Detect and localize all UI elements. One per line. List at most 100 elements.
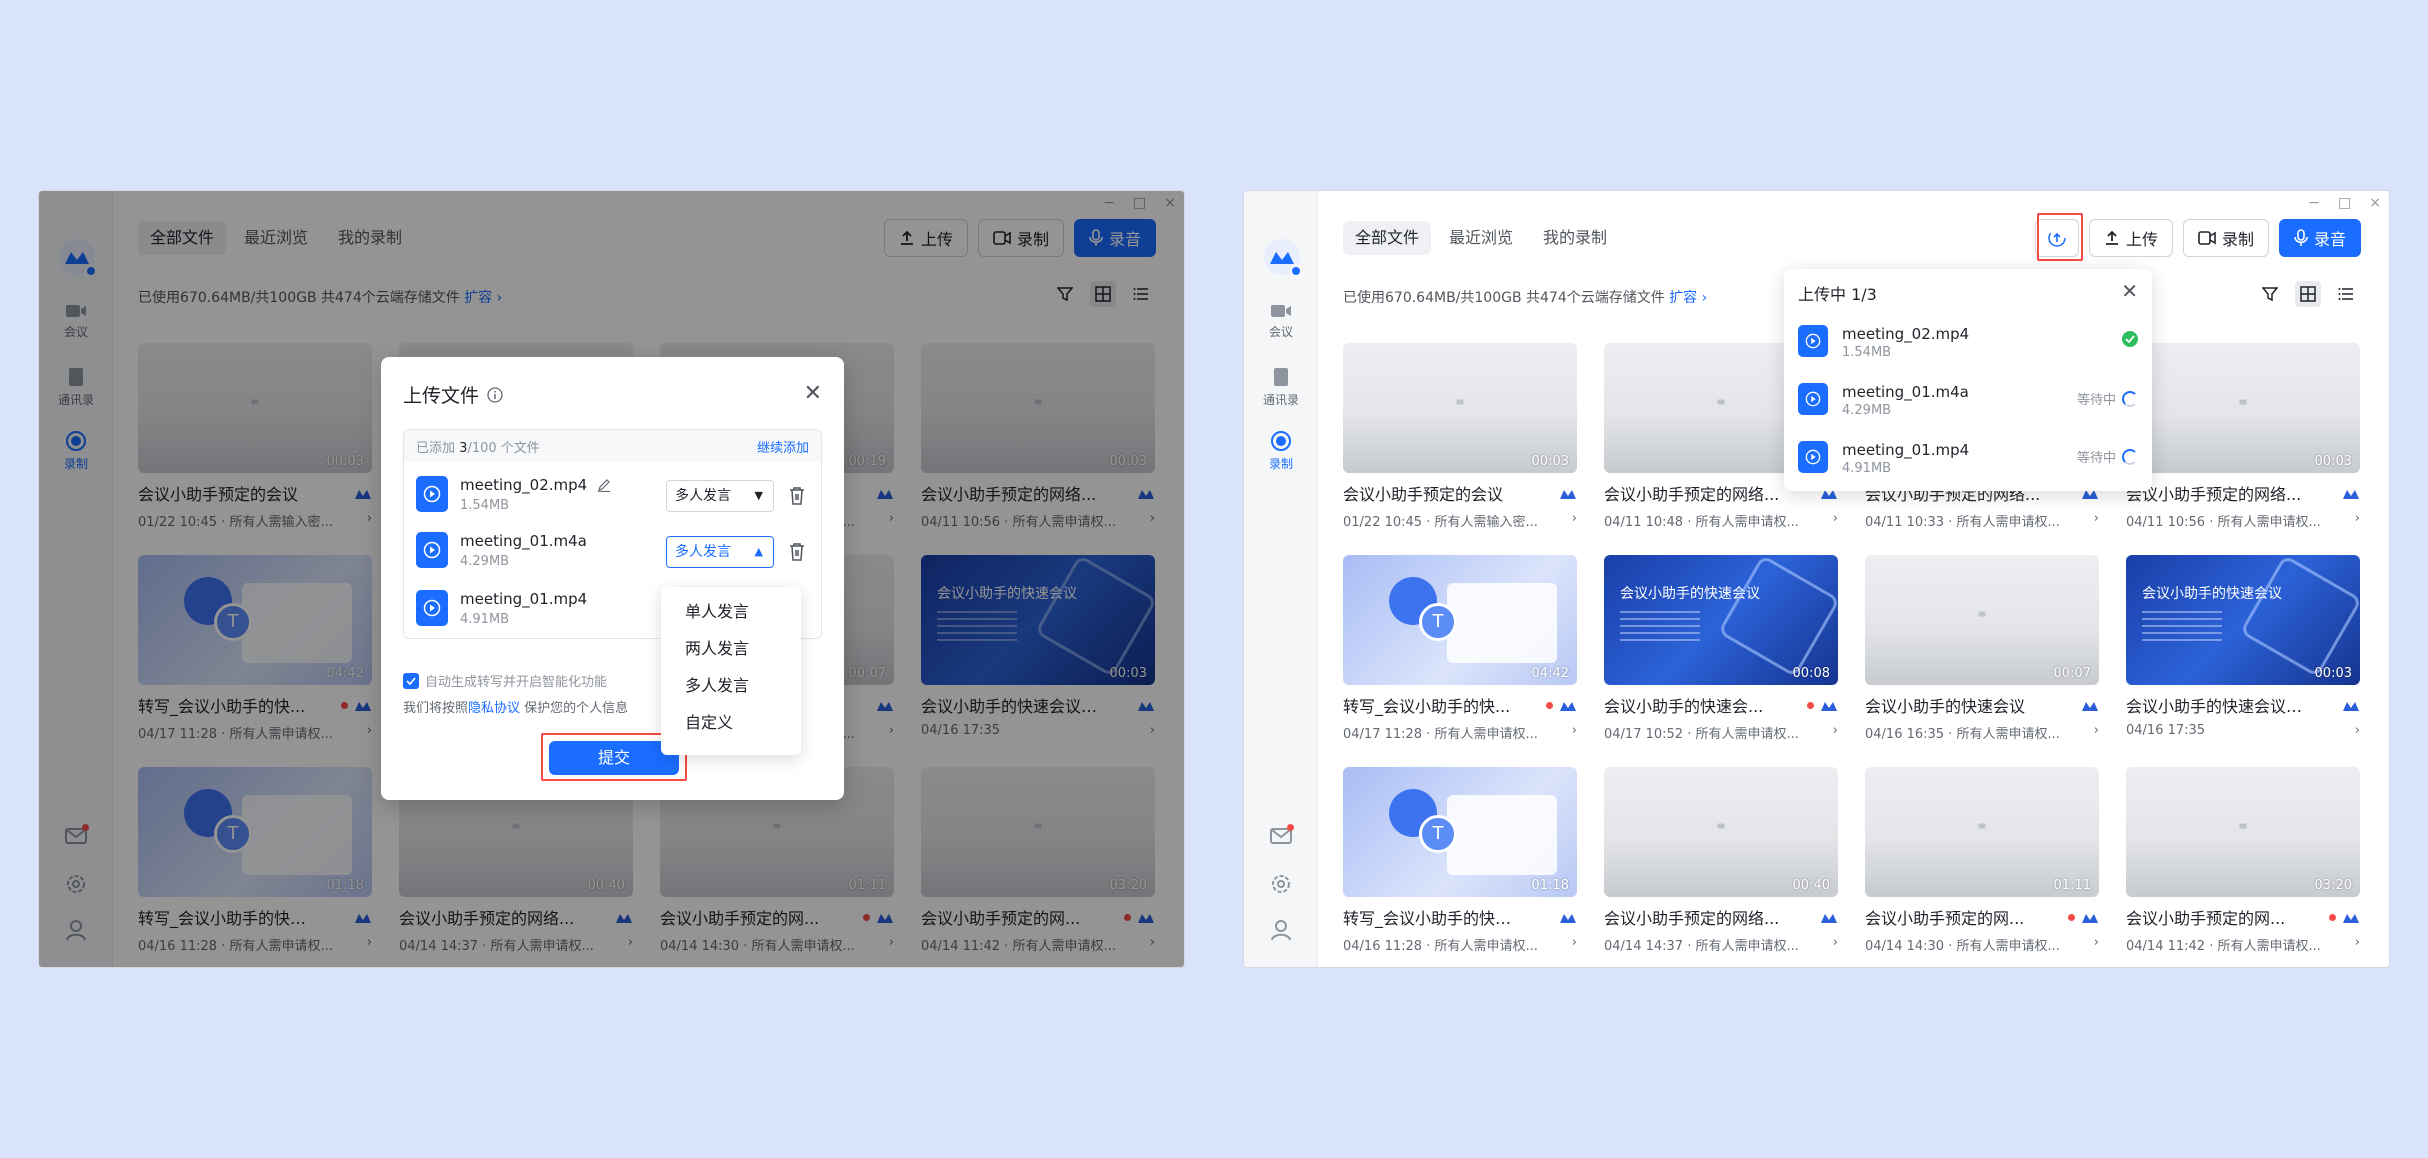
edit-pencil-icon[interactable] bbox=[597, 478, 611, 492]
chevron-right-icon[interactable]: › bbox=[1572, 511, 1577, 530]
checkbox-checked-icon bbox=[403, 672, 419, 689]
file-card[interactable]: T 04:42 转写_会议小助手的快... 04/17 11:28 · 所有人需申请权… bbox=[1343, 555, 1577, 767]
toolbar: 上传 录制 录音 bbox=[2034, 219, 2361, 257]
duration-label: 00:40 bbox=[1792, 878, 1830, 893]
sidebar: 会议 通讯录 录制 bbox=[1244, 191, 1318, 967]
upload-popup-close-icon[interactable]: ✕ bbox=[2121, 279, 2138, 303]
minimize-button[interactable]: − bbox=[2308, 195, 2320, 211]
dialog-title: 上传文件 bbox=[403, 385, 480, 407]
success-check-icon bbox=[2122, 331, 2138, 347]
owner-avatar-icon bbox=[1560, 914, 1576, 923]
upload-item: meeting_01.m4a 4.29MB 等待中 bbox=[1798, 373, 2138, 429]
card-meta: 04/14 14:30 · 所有人需申请权... bbox=[1865, 939, 2060, 954]
file-name: meeting_02.mp4 bbox=[1842, 325, 1970, 343]
chevron-right-icon[interactable]: › bbox=[1833, 935, 1838, 954]
speaker-mode-select-open[interactable]: 多人发言 ▲ bbox=[666, 536, 774, 568]
mail-icon[interactable] bbox=[1270, 824, 1294, 849]
upload-button[interactable]: 上传 bbox=[2088, 219, 2173, 257]
video-thumbnail[interactable]: 00:07 bbox=[1865, 555, 2099, 685]
record-audio-button[interactable]: 录音 bbox=[2278, 219, 2361, 257]
continue-add-link[interactable]: 继续添加 bbox=[757, 437, 809, 456]
video-thumbnail[interactable]: T 01:18 bbox=[1343, 767, 1577, 897]
upload-progress-highlight-box bbox=[2037, 213, 2083, 261]
privacy-note: 我们将按照隐私协议 保护您的个人信息 bbox=[403, 701, 629, 716]
grid-view-icon[interactable] bbox=[2295, 281, 2321, 307]
duration-label: 00:03 bbox=[2314, 454, 2352, 469]
video-thumbnail[interactable]: 00:40 bbox=[1604, 767, 1838, 897]
nav-record[interactable]: 录制 bbox=[1244, 431, 1318, 472]
chevron-right-icon[interactable]: › bbox=[2355, 935, 2360, 954]
close-window-button[interactable]: × bbox=[2369, 195, 2381, 211]
nav-contacts[interactable]: 通讯录 bbox=[1244, 367, 1318, 408]
card-title: 会议小助手预定的网络... bbox=[1604, 909, 1780, 928]
file-card[interactable]: 01:11 会议小助手预定的网... 04/14 14:30 · 所有人需申请权..… bbox=[1865, 767, 2099, 967]
file-card[interactable]: 00:03 会议小助手预定的会议 01/22 10:45 · 所有人需输入密... › bbox=[1343, 343, 1577, 555]
microphone-icon bbox=[2294, 229, 2308, 246]
maximize-button[interactable]: □ bbox=[2338, 195, 2351, 211]
menu-item-multi[interactable]: 多人发言 bbox=[661, 667, 801, 704]
tab-all-files[interactable]: 全部文件 bbox=[1343, 221, 1432, 255]
dialog-close-icon[interactable]: ✕ bbox=[804, 381, 822, 406]
card-meta: 04/14 14:37 · 所有人需申请权... bbox=[1604, 939, 1799, 954]
menu-item-single[interactable]: 单人发言 bbox=[661, 593, 801, 630]
file-card[interactable]: T 01:18 转写_会议小助手的快速... 04/16 11:28 · 所有人需申请… bbox=[1343, 767, 1577, 967]
video-thumbnail[interactable]: 00:03 bbox=[1343, 343, 1577, 473]
privacy-link[interactable]: 隐私协议 bbox=[468, 701, 520, 716]
duration-label: 00:07 bbox=[2053, 666, 2091, 681]
file-size: 4.91MB bbox=[460, 612, 510, 627]
tab-recent[interactable]: 最近浏览 bbox=[1437, 221, 1525, 255]
filter-icon[interactable] bbox=[2257, 281, 2283, 307]
card-title: 转写_会议小助手的快速... bbox=[1343, 909, 1523, 928]
submit-button[interactable]: 提交 bbox=[549, 741, 679, 775]
tab-my-recordings[interactable]: 我的录制 bbox=[1531, 221, 1619, 255]
unread-dot bbox=[1807, 701, 1814, 709]
duration-label: 00:03 bbox=[2314, 666, 2352, 681]
video-thumbnail[interactable]: T 04:42 bbox=[1343, 555, 1577, 685]
trash-icon[interactable] bbox=[788, 486, 806, 506]
video-thumbnail[interactable]: 03:20 bbox=[2126, 767, 2360, 897]
video-thumbnail[interactable]: 会议小助手的快速会议 00:03 bbox=[2126, 555, 2360, 685]
auto-transcribe-checkbox[interactable]: 自动生成转写并开启智能化功能 bbox=[403, 671, 607, 690]
file-card[interactable]: 会议小助手的快速会议00:08 会议小助手的快速会... 04/17 10:52 ·… bbox=[1604, 555, 1838, 767]
card-title: 会议小助手的快速会议(1) bbox=[2126, 697, 2306, 716]
chevron-right-icon[interactable]: › bbox=[2355, 511, 2360, 530]
trash-icon[interactable] bbox=[788, 542, 806, 562]
info-icon[interactable] bbox=[487, 386, 503, 403]
card-meta: 04/16 11:28 · 所有人需申请权... bbox=[1343, 939, 1538, 954]
file-size: 4.29MB bbox=[1842, 403, 1892, 418]
file-card[interactable]: 03:20 会议小助手预定的网... 04/14 11:42 · 所有人需申请权..… bbox=[2126, 767, 2360, 967]
menu-item-two[interactable]: 两人发言 bbox=[661, 630, 801, 667]
video-thumbnail[interactable]: 00:03 bbox=[2126, 343, 2360, 473]
expand-link[interactable]: 扩容 › bbox=[1669, 290, 1707, 306]
nav-record-label: 录制 bbox=[1268, 457, 1293, 471]
user-profile-icon[interactable] bbox=[1270, 919, 1292, 941]
video-thumbnail[interactable]: 01:11 bbox=[1865, 767, 2099, 897]
file-card[interactable]: 00:03 会议小助手预定的网络... 04/11 10:56 · 所有人需申请权.… bbox=[2126, 343, 2360, 555]
file-card[interactable]: 00:40 会议小助手预定的网络... 04/14 14:37 · 所有人需申请权.… bbox=[1604, 767, 1838, 967]
upload-status: 等待中 bbox=[2076, 393, 2116, 408]
chevron-right-icon[interactable]: › bbox=[2094, 511, 2099, 530]
chevron-right-icon[interactable]: › bbox=[2094, 935, 2099, 954]
settings-gear-icon[interactable] bbox=[1270, 873, 1292, 895]
chevron-right-icon[interactable]: › bbox=[1572, 723, 1577, 742]
speaker-mode-select[interactable]: 多人发言 ▼ bbox=[666, 480, 774, 512]
list-view-icon[interactable] bbox=[2333, 281, 2359, 307]
upload-item: meeting_01.mp4 4.91MB 等待中 bbox=[1798, 431, 2138, 487]
chevron-right-icon[interactable]: › bbox=[2094, 723, 2099, 742]
file-card[interactable]: 00:07 会议小助手的快速会议 04/16 16:35 · 所有人需申请权... › bbox=[1865, 555, 2099, 767]
chevron-right-icon[interactable]: › bbox=[1833, 723, 1838, 742]
video-thumbnail[interactable]: 会议小助手的快速会议00:08 bbox=[1604, 555, 1838, 685]
chevron-right-icon[interactable]: › bbox=[1572, 935, 1577, 954]
chevron-right-icon[interactable]: › bbox=[1833, 511, 1838, 530]
record-video-button[interactable]: 录制 bbox=[2182, 219, 2269, 257]
media-file-icon bbox=[416, 590, 448, 626]
nav-meeting[interactable]: 会议 bbox=[1244, 303, 1318, 340]
menu-item-custom[interactable]: 自定义 bbox=[661, 704, 801, 741]
chevron-right-icon[interactable]: › bbox=[2355, 723, 2360, 738]
video-camera-icon bbox=[1271, 305, 1291, 317]
file-name: meeting_01.mp4 bbox=[460, 590, 588, 608]
file-card[interactable]: 会议小助手的快速会议 00:03 会议小助手的快速会议(1) 04/16 17:35 › bbox=[2126, 555, 2360, 767]
loading-spinner-icon bbox=[2122, 448, 2138, 465]
file-size: 1.54MB bbox=[1842, 345, 1892, 360]
card-title: 会议小助手预定的网络... bbox=[2126, 485, 2302, 504]
